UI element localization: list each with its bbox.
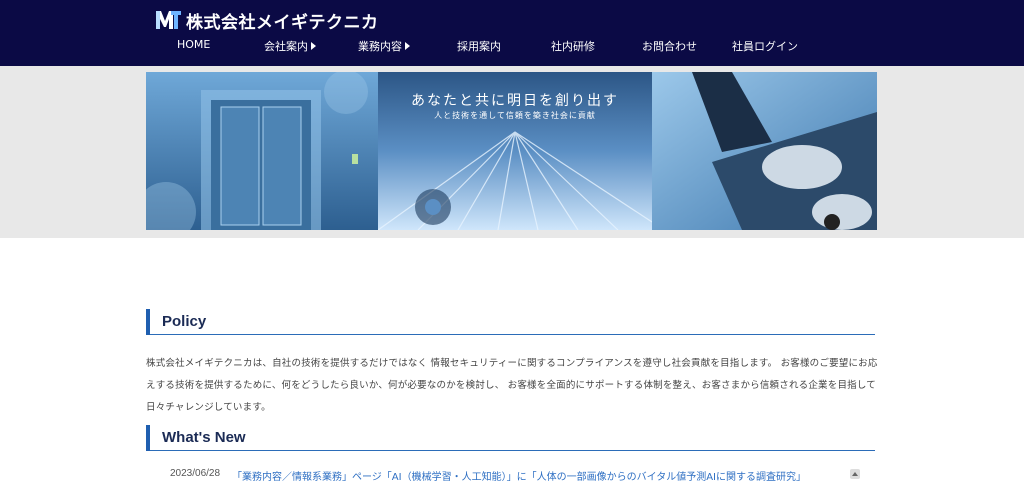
nav-recruit[interactable]: 採用案内 [457, 38, 501, 54]
hero-banner: あなたと共に明日を創り出す 人と技術を通して信頼を築き社会に貢献 [146, 72, 877, 230]
policy-title: Policy [162, 313, 207, 330]
nav-company[interactable]: 会社案内 [264, 38, 316, 54]
heading-accent-bar [146, 309, 150, 335]
nav-training[interactable]: 社内研修 [551, 38, 595, 54]
nav-staff-login[interactable]: 社員ログイン [732, 38, 798, 54]
policy-body: 株式会社メイギテクニカは、自社の技術を提供するだけではなく 情報セキュリティーに… [146, 358, 878, 413]
news-date: 2023/06/28 [170, 468, 221, 479]
nav-staff-login-label: 社員ログイン [732, 40, 798, 53]
nav-contact[interactable]: お問合わせ [642, 38, 697, 54]
policy-heading: Policy [146, 309, 875, 335]
main-nav: HOME 会社案内 業務内容 採用案内 社内研修 お問合わせ 社員ログイン [0, 38, 1024, 58]
news-link[interactable]: 「業務内容／情報系業務」ページ「AI（機械学習・人工知能）」に「人体の一部画像か… [232, 468, 806, 482]
nav-home-label: HOME [177, 38, 211, 51]
whats-new-title: What's New [162, 429, 246, 446]
site-header: 株式会社メイギテクニカ HOME 会社案内 業務内容 採用案内 社内研修 お問合… [0, 0, 1024, 66]
hero-keyboard-image [652, 72, 877, 230]
hero-band: あなたと共に明日を創り出す 人と技術を通して信頼を築き社会に貢献 [0, 66, 1024, 238]
nav-company-label: 会社案内 [264, 40, 308, 53]
nav-services-label: 業務内容 [358, 40, 402, 53]
hero-subtitle: 人と技術を通して信頼を築き社会に貢献 [434, 111, 596, 120]
scroll-up-icon[interactable] [850, 469, 860, 479]
nav-training-label: 社内研修 [551, 40, 595, 53]
whats-new-heading: What's New [146, 425, 875, 451]
nav-contact-label: お問合わせ [642, 40, 697, 53]
caret-right-icon [311, 42, 316, 50]
hero-elevator-image [146, 72, 378, 230]
nav-services[interactable]: 業務内容 [358, 38, 410, 54]
nav-home[interactable]: HOME [177, 38, 210, 51]
hero-title: あなたと共に明日を創り出す [411, 93, 619, 109]
company-name: 株式会社メイギテクニカ [186, 12, 379, 33]
list-item: 2023/06/28 「業務内容／情報系業務」ページ「AI（機械学習・人工知能）… [146, 468, 879, 482]
mt-logo-icon [154, 9, 182, 31]
nav-recruit-label: 採用案内 [457, 40, 501, 53]
site-logo[interactable]: 株式会社メイギテクニカ [154, 8, 379, 33]
heading-accent-bar [146, 425, 150, 451]
caret-right-icon [405, 42, 410, 50]
